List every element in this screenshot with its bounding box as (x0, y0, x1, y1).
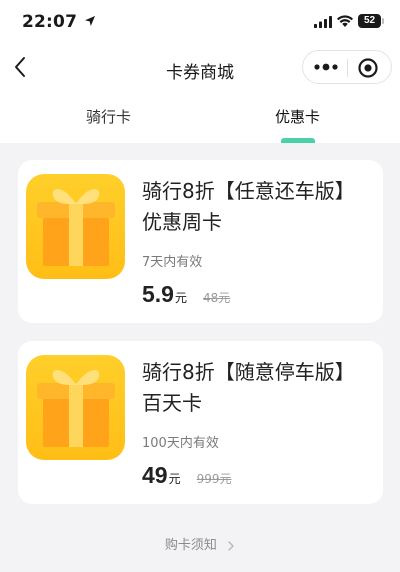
price-unit: 元 (174, 291, 187, 305)
card-title: 骑行8折【随意停车版】百天卡 (142, 360, 355, 415)
original-price: 999元 (196, 472, 232, 486)
close-target-icon[interactable] (357, 57, 379, 79)
cellular-signal-icon (314, 16, 332, 28)
wifi-icon (337, 15, 353, 27)
card-item[interactable]: 骑行8折【随意停车版】百天卡 100天内有效 49元 999元 (18, 341, 383, 504)
battery-level: 52 (358, 14, 381, 28)
card-validity: 7天内有效 (142, 255, 203, 270)
gift-box-icon (26, 174, 125, 279)
purchase-notice-link[interactable]: 购卡须知 (0, 534, 400, 553)
card-title: 骑行8折【任意还车版】优惠周卡 (142, 179, 355, 234)
nav-bar: 卡券商城 (0, 46, 400, 92)
card-item[interactable]: 骑行8折【任意还车版】优惠周卡 7天内有效 5.9元 48元 (18, 160, 383, 323)
card-price: 5.9 (142, 281, 174, 307)
status-time: 22:07 (22, 12, 78, 32)
card-price: 49 (142, 462, 168, 488)
battery-indicator: 52 (358, 14, 384, 28)
status-bar: 22:07 52 (0, 0, 400, 44)
original-price: 48元 (203, 291, 231, 305)
price-unit: 元 (168, 472, 181, 486)
more-dots-icon[interactable] (311, 57, 341, 77)
price-row: 49元 999元 (142, 462, 232, 489)
tab-discount-card[interactable]: 优惠卡 (275, 106, 320, 127)
tab-ride-card[interactable]: 骑行卡 (86, 106, 131, 127)
price-row: 5.9元 48元 (142, 281, 230, 308)
purchase-notice-label: 购卡须知 (164, 538, 217, 553)
active-tab-indicator (281, 138, 315, 143)
card-validity: 100天内有效 (142, 436, 219, 451)
location-arrow-icon (85, 16, 95, 26)
mini-program-capsule (302, 50, 392, 84)
chevron-right-icon (228, 540, 234, 551)
gift-box-icon (26, 355, 125, 460)
